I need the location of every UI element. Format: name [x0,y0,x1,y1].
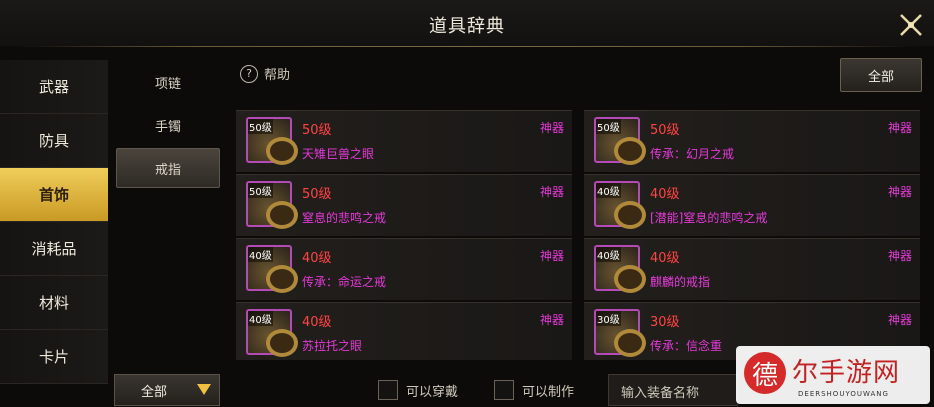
item-rarity: 神器 [887,121,912,135]
subnav-item-necklace[interactable]: 项链 [116,62,220,102]
triangle-down-icon [197,384,211,395]
help-label: 帮助 [264,68,291,83]
can-wear-label: 可以穿戴 [406,384,459,400]
item-name: 传承：命运之戒 [302,275,387,289]
ring-icon [266,201,298,229]
subnav-item-ring[interactable]: 戒指 [116,148,220,188]
category-nav: 武器 防具 首饰 消耗品 材料 卡片 [0,60,108,407]
item-rarity: 神器 [539,313,564,327]
question-icon: ? [240,64,258,83]
item-card[interactable]: 50级 50级 神器 传承：幻月之戒 [584,110,920,172]
ring-icon [266,329,298,357]
item-rarity: 神器 [539,121,564,135]
item-level: 30级 [650,315,680,330]
item-name: 麒麟的戒指 [650,275,711,289]
item-level-tag: 50级 [248,119,273,134]
filter-all-button[interactable]: 全部 [840,58,922,92]
filter-select[interactable]: 全部 [114,374,220,406]
item-card[interactable]: 50级 50级 神器 窒息的悲鸣之戒 [236,174,572,236]
ring-icon [614,265,646,293]
subnav-item-bracelet[interactable]: 手镯 [116,105,220,145]
item-level-tag: 50级 [248,183,273,198]
watermark-logo-icon: 德 [744,352,786,394]
subcategory-nav: 项链 手镯 戒指 [116,62,220,191]
item-card[interactable]: 40级 40级 神器 [潜能]窒息的悲鸣之戒 [584,174,920,236]
item-level: 50级 [302,123,332,138]
nav-item-consumables[interactable]: 消耗品 [0,222,108,276]
item-level: 50级 [302,187,332,202]
item-level: 50级 [650,123,680,138]
nav-item-materials[interactable]: 材料 [0,276,108,330]
item-level: 40级 [302,315,332,330]
watermark-subtext: DEERSHOUYOUWANG [798,390,889,398]
title-divider [14,46,920,47]
can-wear-checkbox[interactable]: 可以穿戴 [378,380,458,400]
item-name: 天雉巨兽之眼 [302,147,375,161]
nav-item-accessories[interactable]: 首饰 [0,168,108,222]
item-level-tag: 40级 [248,247,273,262]
item-name: [潜能]窒息的悲鸣之戒 [650,211,768,225]
item-level-tag: 40级 [596,247,621,262]
item-rarity: 神器 [539,249,564,263]
item-card[interactable]: 40级 40级 神器 苏拉托之眼 [236,302,572,360]
window-title: 道具辞典 [429,16,505,37]
title-bar: 道具辞典 [0,0,934,47]
item-level: 40级 [650,251,680,266]
can-craft-checkbox[interactable]: 可以制作 [494,380,574,400]
item-card[interactable]: 50级 50级 神器 天雉巨兽之眼 [236,110,572,172]
ring-icon [614,201,646,229]
help-button[interactable]: ? 帮助 [240,64,290,83]
item-rarity: 神器 [887,249,912,263]
item-rarity: 神器 [887,185,912,199]
checkbox-box[interactable] [494,380,514,400]
can-craft-label: 可以制作 [522,384,575,400]
item-level-tag: 30级 [596,311,621,326]
item-level-tag: 40级 [248,311,273,326]
item-card[interactable]: 40级 40级 神器 传承：命运之戒 [236,238,572,300]
item-name: 传承：幻月之戒 [650,147,735,161]
nav-item-cards[interactable]: 卡片 [0,330,108,384]
item-rarity: 神器 [539,185,564,199]
item-name: 苏拉托之眼 [302,339,363,353]
nav-item-weapons[interactable]: 武器 [0,60,108,114]
item-rarity: 神器 [887,313,912,327]
watermark: 德 尔手游网 DEERSHOUYOUWANG [736,346,930,404]
item-level-tag: 50级 [596,119,621,134]
checkbox-box[interactable] [378,380,398,400]
watermark-text: 尔手游网 [792,358,901,388]
item-name: 传承：信念重 [650,339,723,353]
close-icon[interactable] [898,12,924,38]
item-level: 40级 [302,251,332,266]
ring-icon [266,137,298,165]
item-card[interactable]: 40级 40级 神器 麒麟的戒指 [584,238,920,300]
item-grid: 50级 50级 神器 天雉巨兽之眼 50级 50级 神器 传承：幻月之戒 50级… [236,110,930,360]
ring-icon [266,265,298,293]
ring-icon [614,329,646,357]
item-name: 窒息的悲鸣之戒 [302,211,387,225]
nav-item-armor[interactable]: 防具 [0,114,108,168]
search-input[interactable]: 输入装备名称 [608,374,738,406]
ring-icon [614,137,646,165]
filter-select-value: 全部 [141,384,168,400]
item-level: 40级 [650,187,680,202]
item-level-tag: 40级 [596,183,621,198]
